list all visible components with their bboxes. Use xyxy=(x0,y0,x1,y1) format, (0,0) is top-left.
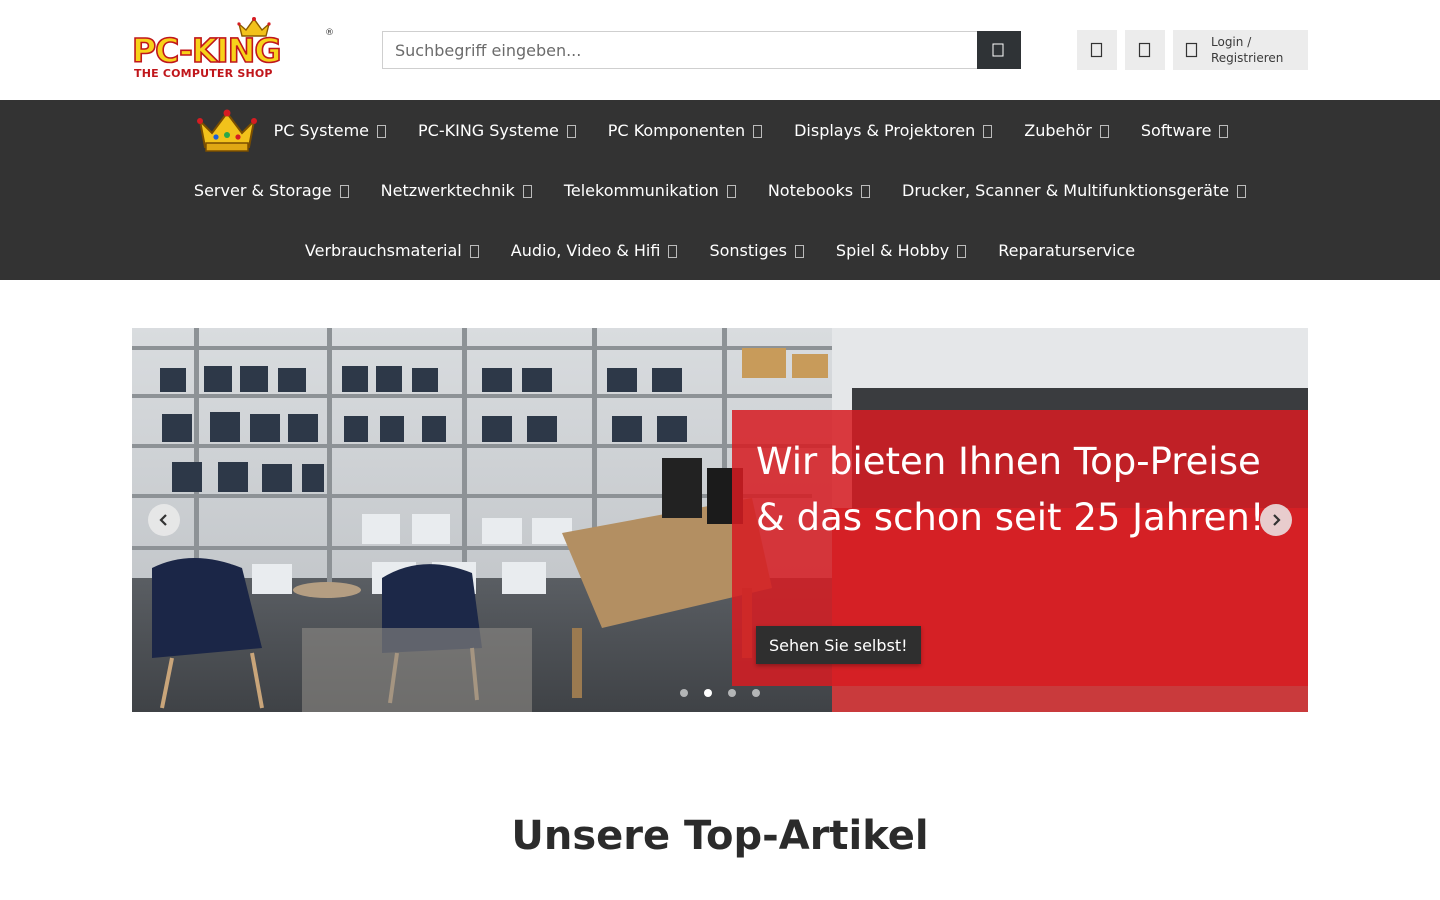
user-icon xyxy=(1173,42,1211,58)
wishlist-button[interactable] xyxy=(1077,30,1117,70)
compare-button[interactable] xyxy=(1125,30,1165,70)
chevron-down-icon xyxy=(668,244,678,258)
compare-icon xyxy=(1138,42,1151,58)
slide-caption-title: Wir bieten Ihnen Top-Preise & das schon … xyxy=(756,440,1265,539)
nav-label: Zubehör xyxy=(1024,120,1092,140)
nav-label: Displays & Projektoren xyxy=(794,120,976,140)
slider-dot[interactable] xyxy=(728,689,736,697)
chevron-down-icon xyxy=(794,244,804,258)
chevron-down-icon xyxy=(983,124,993,138)
nav-label: Notebooks xyxy=(767,180,854,200)
chevron-down-icon xyxy=(1219,124,1229,138)
chevron-down-icon xyxy=(469,244,479,258)
slider-dot-active[interactable] xyxy=(704,689,712,697)
nav-label: Sonstiges xyxy=(709,240,787,260)
login-button[interactable]: Login / Registrieren xyxy=(1173,30,1308,70)
nav-item-sonstiges[interactable]: Sonstiges xyxy=(693,220,819,280)
slide-caption: Wir bieten Ihnen Top-Preise & das schon … xyxy=(732,410,1308,686)
nav-label: Netzwerktechnik xyxy=(380,180,515,200)
crown-home-icon[interactable] xyxy=(196,105,258,155)
slider-dots xyxy=(680,689,760,697)
nav-item-pc-komponenten[interactable]: PC Komponenten xyxy=(592,100,778,160)
top-articles-heading: Unsere Top-Artikel xyxy=(511,813,929,859)
chevron-down-icon xyxy=(957,244,967,258)
nav-item-pc-systeme[interactable]: PC Systeme xyxy=(258,100,402,160)
slide-cta-button[interactable]: Sehen Sie selbst! xyxy=(756,626,921,664)
hero-slider: Wir bieten Ihnen Top-Preise & das schon … xyxy=(132,328,1308,712)
logo-wordmark: PC-KING xyxy=(131,31,282,70)
nav-item-telekommunikation[interactable]: Telekommunikation xyxy=(548,160,752,220)
nav-row-2: Server & Storage Netzwerktechnik Telekom… xyxy=(0,160,1440,220)
slider-next-button[interactable] xyxy=(1260,504,1292,536)
nav-item-zubehoer[interactable]: Zubehör xyxy=(1008,100,1125,160)
search-input[interactable] xyxy=(382,31,978,69)
chevron-down-icon xyxy=(1237,184,1247,198)
slider-prev-button[interactable] xyxy=(148,504,180,536)
registered-mark: ® xyxy=(325,28,334,38)
search-button[interactable] xyxy=(977,31,1021,69)
nav-label: Reparaturservice xyxy=(998,240,1136,260)
nav-row-3: Verbrauchsmaterial Audio, Video & Hifi S… xyxy=(0,220,1440,280)
nav-label: PC-KING Systeme xyxy=(418,120,559,140)
nav-row-1: PC Systeme PC-KING Systeme PC Komponente… xyxy=(0,100,1440,160)
nav-label: Verbrauchsmaterial xyxy=(304,240,462,260)
chevron-down-icon xyxy=(522,184,532,198)
nav-item-software[interactable]: Software xyxy=(1125,100,1245,160)
chevron-down-icon xyxy=(339,184,349,198)
nav-label: PC Systeme xyxy=(273,120,370,140)
chevron-down-icon xyxy=(753,124,763,138)
nav-label: Drucker, Scanner & Multifunktionsgeräte xyxy=(902,180,1230,200)
nav-label: PC Komponenten xyxy=(607,120,746,140)
search-icon xyxy=(992,43,1004,57)
nav-label: Audio, Video & Hifi xyxy=(510,240,661,260)
slider-dot[interactable] xyxy=(680,689,688,697)
login-line-1: Login / xyxy=(1211,35,1252,49)
chevron-down-icon xyxy=(1099,124,1109,138)
nav-item-drucker-scanner[interactable]: Drucker, Scanner & Multifunktionsgeräte xyxy=(886,160,1262,220)
main-navigation: PC Systeme PC-KING Systeme PC Komponente… xyxy=(0,100,1440,280)
nav-item-pc-king-systeme[interactable]: PC-KING Systeme xyxy=(402,100,592,160)
nav-item-verbrauchsmaterial[interactable]: Verbrauchsmaterial xyxy=(289,220,495,280)
chevron-down-icon xyxy=(861,184,871,198)
search-bar xyxy=(382,31,1021,69)
nav-item-spiel-hobby[interactable]: Spiel & Hobby xyxy=(820,220,982,280)
nav-item-reparaturservice[interactable]: Reparaturservice xyxy=(982,220,1151,280)
nav-label: Server & Storage xyxy=(193,180,332,200)
logo-tagline: THE COMPUTER SHOP xyxy=(134,67,273,80)
site-header: PC-KING THE COMPUTER SHOP ® Login / Regi… xyxy=(0,0,1440,100)
site-logo[interactable]: PC-KING THE COMPUTER SHOP ® xyxy=(131,16,334,84)
nav-item-displays-projektoren[interactable]: Displays & Projektoren xyxy=(778,100,1008,160)
chevron-down-icon xyxy=(726,184,736,198)
nav-item-audio-video-hifi[interactable]: Audio, Video & Hifi xyxy=(495,220,694,280)
wishlist-icon xyxy=(1090,42,1103,58)
login-label: Login / Registrieren xyxy=(1211,34,1283,66)
chevron-down-icon xyxy=(377,124,387,138)
nav-label: Telekommunikation xyxy=(563,180,719,200)
chevron-right-icon xyxy=(1273,514,1281,526)
nav-item-notebooks[interactable]: Notebooks xyxy=(752,160,886,220)
nav-item-server-storage[interactable]: Server & Storage xyxy=(178,160,365,220)
nav-label: Spiel & Hobby xyxy=(835,240,950,260)
login-line-2: Registrieren xyxy=(1211,51,1284,65)
nav-item-netzwerktechnik[interactable]: Netzwerktechnik xyxy=(365,160,548,220)
nav-label: Software xyxy=(1140,120,1212,140)
slider-dot[interactable] xyxy=(752,689,760,697)
chevron-left-icon xyxy=(159,514,167,526)
chevron-down-icon xyxy=(566,124,576,138)
